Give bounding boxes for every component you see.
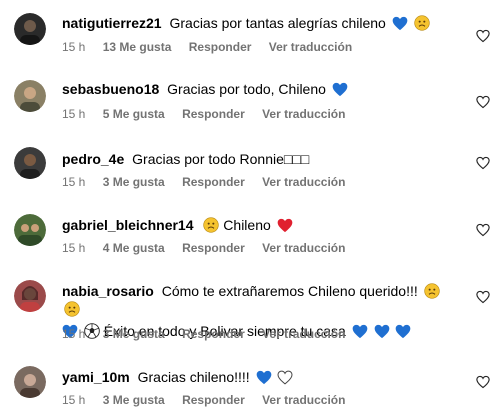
comment-text: Cómo te extrañaremos Chileno querido!!!	[161, 283, 418, 299]
avatar[interactable]	[14, 80, 46, 112]
likes-count[interactable]: 5 Me gusta	[103, 107, 165, 121]
comment-item: gabriel_bleichner14 Chileno 15 h 4 Me gu…	[0, 198, 500, 264]
comment-item: nabia_rosario Cómo te extrañaremos Chile…	[0, 264, 500, 352]
blue-heart-icon	[392, 16, 408, 31]
like-heart-icon[interactable]	[476, 223, 490, 237]
translate-button[interactable]: Ver traducción	[262, 327, 345, 341]
comment-time: 15 h	[62, 40, 86, 54]
comment-body: sebasbueno18 Gracias por todo, Chileno	[62, 80, 460, 98]
avatar[interactable]	[14, 13, 46, 45]
comment-meta: 15 h 13 Me gusta Responder Ver traducció…	[62, 40, 366, 54]
like-heart-icon[interactable]	[476, 375, 490, 389]
likes-count[interactable]: 3 Me gusta	[103, 175, 165, 189]
avatar[interactable]	[14, 280, 46, 312]
comment-item: pedro_4e Gracias por todo Ronnie□□□ 15 h…	[0, 132, 500, 198]
comment-username[interactable]: nabia_rosario	[62, 283, 154, 299]
comment-body: yami_10m Gracias chileno!!!!	[62, 368, 460, 386]
comment-text: Gracias por todo Ronnie□□□	[132, 151, 310, 167]
comment-time: 15 h	[62, 327, 86, 341]
comment-item: sebasbueno18 Gracias por todo, Chileno 1…	[0, 66, 500, 132]
comment-text: Chileno	[223, 217, 271, 233]
comment-time: 15 h	[62, 393, 86, 407]
comment-text: Gracias por tantas alegrías chileno	[169, 15, 386, 31]
like-heart-icon[interactable]	[476, 29, 490, 43]
comment-username[interactable]: pedro_4e	[62, 151, 124, 167]
translate-button[interactable]: Ver traducción	[262, 241, 345, 255]
avatar[interactable]	[14, 366, 46, 398]
blue-heart-icon	[256, 370, 271, 385]
red-heart-icon	[277, 218, 293, 233]
sad-face-icon	[64, 301, 80, 317]
comment-item: yami_10m Gracias chileno!!!! 15 h 3 Me g…	[0, 352, 500, 418]
reply-button[interactable]: Responder	[182, 327, 245, 341]
comment-text: Gracias chileno!!!!	[137, 369, 250, 385]
comment-body: gabriel_bleichner14 Chileno	[62, 216, 460, 234]
comment-body: natigutierrez21 Gracias por tantas alegr…	[62, 14, 460, 32]
comment-username[interactable]: sebasbueno18	[62, 81, 159, 97]
comment-line-1: nabia_rosario Cómo te extrañaremos Chile…	[62, 282, 460, 318]
comment-username[interactable]: yami_10m	[62, 369, 130, 385]
comment-username[interactable]: gabriel_bleichner14	[62, 217, 194, 233]
comment-time: 15 h	[62, 107, 86, 121]
avatar[interactable]	[14, 214, 46, 246]
comment-item: natigutierrez21 Gracias por tantas alegr…	[0, 0, 500, 66]
comment-body: pedro_4e Gracias por todo Ronnie□□□	[62, 150, 460, 168]
like-heart-icon[interactable]	[476, 95, 490, 109]
like-heart-icon[interactable]	[476, 290, 490, 304]
comment-meta: 15 h 5 Me gusta Responder Ver traducción	[62, 107, 359, 121]
comment-username[interactable]: natigutierrez21	[62, 15, 162, 31]
reply-button[interactable]: Responder	[182, 393, 245, 407]
likes-count[interactable]: 3 Me gusta	[103, 393, 165, 407]
sad-face-icon	[203, 217, 220, 233]
blue-heart-icon	[396, 324, 411, 339]
white-heart-icon	[277, 370, 293, 385]
comment-meta: 15 h 4 Me gusta Responder Ver traducción	[62, 241, 359, 255]
translate-button[interactable]: Ver traducción	[262, 107, 345, 121]
like-heart-icon[interactable]	[476, 156, 490, 170]
reply-button[interactable]: Responder	[189, 40, 252, 54]
comment-text: Gracias por todo, Chileno	[167, 81, 326, 97]
translate-button[interactable]: Ver traducción	[262, 393, 345, 407]
blue-heart-icon	[332, 82, 348, 97]
comment-time: 15 h	[62, 175, 86, 189]
reply-button[interactable]: Responder	[182, 107, 245, 121]
comment-meta: 15 h 3 Me gusta Responder Ver traducción	[62, 327, 359, 341]
sad-face-icon	[413, 15, 430, 31]
translate-button[interactable]: Ver traducción	[262, 175, 345, 189]
translate-button[interactable]: Ver traducción	[269, 40, 352, 54]
avatar[interactable]	[14, 147, 46, 179]
reply-button[interactable]: Responder	[182, 241, 245, 255]
comment-meta: 15 h 3 Me gusta Responder Ver traducción	[62, 175, 359, 189]
blue-heart-icon	[374, 324, 389, 339]
reply-button[interactable]: Responder	[182, 175, 245, 189]
comment-meta: 15 h 3 Me gusta Responder Ver traducción	[62, 393, 359, 407]
comment-time: 15 h	[62, 241, 86, 255]
likes-count[interactable]: 3 Me gusta	[103, 327, 165, 341]
likes-count[interactable]: 4 Me gusta	[103, 241, 165, 255]
likes-count[interactable]: 13 Me gusta	[103, 40, 172, 54]
sad-face-icon	[423, 283, 440, 299]
